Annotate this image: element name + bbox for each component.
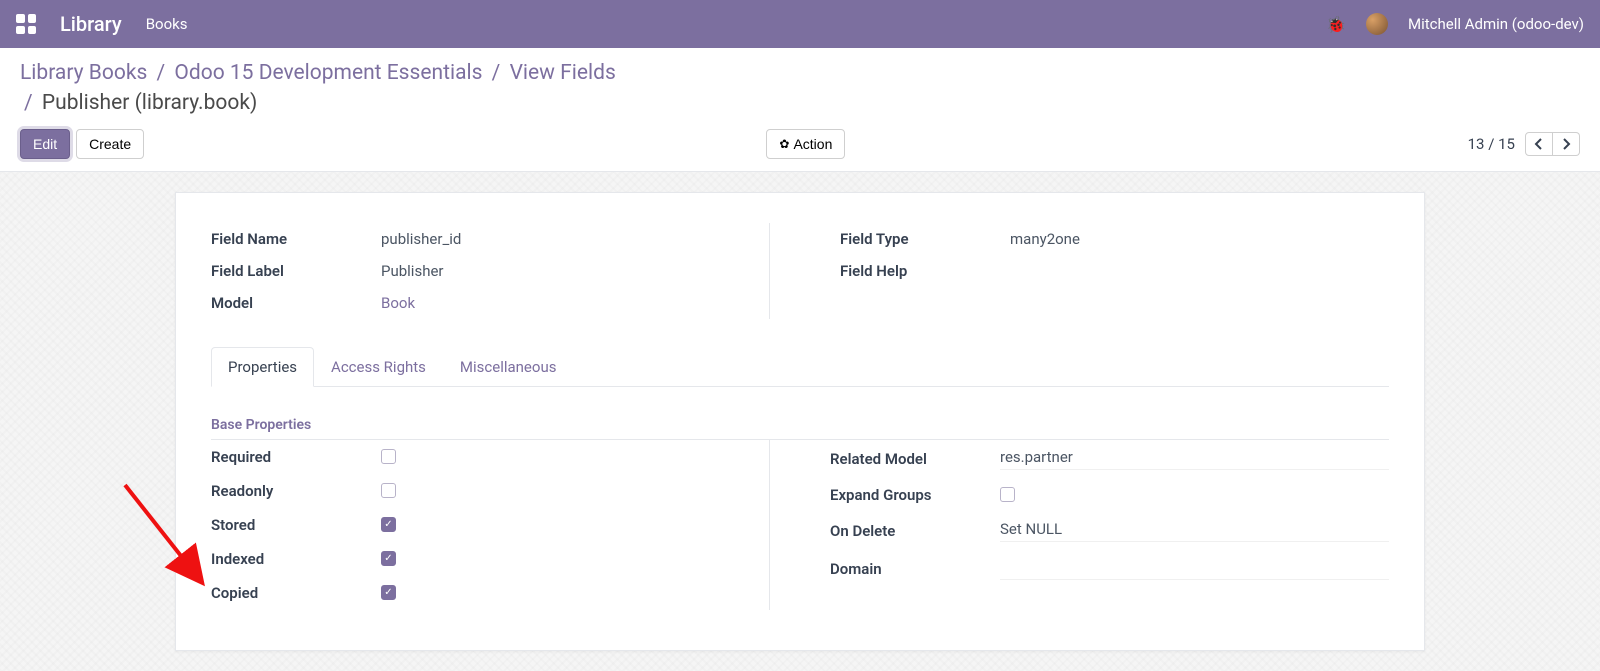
prop-readonly-label: Readonly — [211, 482, 381, 500]
pager-pos: 13 — [1468, 135, 1485, 153]
expand-groups-checkbox[interactable] — [1000, 487, 1015, 502]
stored-checkbox[interactable]: ✓ — [381, 517, 396, 532]
sheet-background: Field Name publisher_id Field Label Publ… — [0, 172, 1600, 671]
avatar[interactable] — [1366, 13, 1388, 35]
prop-readonly-row: Readonly — [211, 474, 739, 508]
prop-on-delete-value: Set NULL — [1000, 520, 1389, 542]
field-label-row: Field Label Publisher — [211, 255, 739, 287]
field-label-label: Field Label — [211, 262, 381, 280]
form-col-right: Field Type many2one Field Help — [830, 223, 1389, 319]
pager-buttons — [1525, 132, 1580, 156]
edit-button[interactable]: Edit — [20, 129, 70, 159]
breadcrumb-seg-0[interactable]: Library Books — [20, 61, 147, 85]
navbar: Library Books 🐞 Mitchell Admin (odoo-dev… — [0, 0, 1600, 48]
pager[interactable]: 13 / 15 — [1468, 135, 1515, 153]
apps-icon[interactable] — [16, 14, 36, 34]
indexed-checkbox[interactable]: ✓ — [381, 551, 396, 566]
prop-related-model-row: Related Model res.partner — [830, 440, 1389, 478]
prop-related-model-value: res.partner — [1000, 448, 1389, 470]
tabs: Properties Access Rights Miscellaneous — [211, 347, 1389, 387]
prop-stored-row: Stored ✓ — [211, 508, 739, 542]
breadcrumb: Library Books / Odoo 15 Development Esse… — [20, 58, 1580, 119]
cp-right: 13 / 15 — [1468, 132, 1580, 156]
model-row: Model Book — [211, 287, 739, 319]
model-label: Model — [211, 294, 381, 312]
readonly-checkbox[interactable] — [381, 483, 396, 498]
prop-domain-value — [1000, 558, 1389, 580]
prop-required-row: Required — [211, 440, 739, 474]
pager-prev-button[interactable] — [1525, 132, 1553, 156]
prop-expand-groups-row: Expand Groups — [830, 478, 1389, 512]
field-name-value: publisher_id — [381, 230, 461, 248]
field-type-label: Field Type — [840, 230, 1010, 248]
form-sheet: Field Name publisher_id Field Label Publ… — [175, 192, 1425, 651]
prop-required-label: Required — [211, 448, 381, 466]
username[interactable]: Mitchell Admin (odoo-dev) — [1408, 15, 1584, 33]
create-button[interactable]: Create — [76, 129, 144, 159]
field-name-row: Field Name publisher_id — [211, 223, 739, 255]
prop-domain-label: Domain — [830, 560, 1000, 578]
prop-indexed-row: Indexed ✓ — [211, 542, 739, 576]
chevron-left-icon — [1534, 137, 1544, 151]
prop-on-delete-row: On Delete Set NULL — [830, 512, 1389, 550]
prop-col-left: Required Readonly Stored ✓ Indexed ✓ Cop… — [211, 440, 770, 610]
field-label-value: Publisher — [381, 262, 444, 280]
field-type-value: many2one — [1010, 230, 1080, 248]
section-base-properties: Base Properties — [211, 417, 1389, 433]
prop-stored-label: Stored — [211, 516, 381, 534]
form-header-grid: Field Name publisher_id Field Label Publ… — [211, 223, 1389, 319]
field-name-label: Field Name — [211, 230, 381, 248]
cp-center: ✿ Action — [144, 129, 1467, 159]
prop-domain-row: Domain — [830, 550, 1389, 588]
tab-access-rights[interactable]: Access Rights — [314, 347, 443, 387]
field-help-row: Field Help — [840, 255, 1389, 287]
breadcrumb-current: Publisher (library.book) — [42, 91, 257, 115]
tab-properties[interactable]: Properties — [211, 347, 314, 387]
prop-indexed-label: Indexed — [211, 550, 381, 568]
prop-copied-label: Copied — [211, 584, 381, 602]
nav-right: 🐞 Mitchell Admin (odoo-dev) — [1326, 13, 1584, 35]
form-col-left: Field Name publisher_id Field Label Publ… — [211, 223, 770, 319]
breadcrumb-seg-2[interactable]: View Fields — [510, 61, 616, 85]
prop-copied-row: Copied ✓ — [211, 576, 739, 610]
control-panel: Library Books / Odoo 15 Development Esse… — [0, 48, 1600, 172]
nav-menu-books[interactable]: Books — [146, 15, 188, 33]
prop-related-model-label: Related Model — [830, 450, 1000, 468]
brand[interactable]: Library — [60, 12, 122, 36]
tab-misc[interactable]: Miscellaneous — [443, 347, 574, 387]
field-type-row: Field Type many2one — [840, 223, 1389, 255]
prop-on-delete-label: On Delete — [830, 522, 1000, 540]
prop-expand-groups-label: Expand Groups — [830, 486, 1000, 504]
prop-grid: Required Readonly Stored ✓ Indexed ✓ Cop… — [211, 439, 1389, 610]
debug-icon[interactable]: 🐞 — [1326, 15, 1346, 34]
action-label: Action — [793, 136, 832, 152]
prop-col-right: Related Model res.partner Expand Groups … — [830, 440, 1389, 610]
nav-left: Library Books — [16, 12, 188, 36]
required-checkbox[interactable] — [381, 449, 396, 464]
field-help-label: Field Help — [840, 262, 1010, 280]
gear-icon: ✿ — [779, 137, 789, 151]
copied-checkbox[interactable]: ✓ — [381, 585, 396, 600]
pager-next-button[interactable] — [1553, 132, 1580, 156]
cp-left: Edit Create — [20, 129, 144, 159]
pager-total: 15 — [1498, 135, 1515, 153]
cp-row: Edit Create ✿ Action 13 / 15 — [20, 129, 1580, 159]
breadcrumb-seg-1[interactable]: Odoo 15 Development Essentials — [174, 61, 482, 85]
chevron-right-icon — [1561, 137, 1571, 151]
model-value[interactable]: Book — [381, 294, 415, 312]
action-button[interactable]: ✿ Action — [766, 129, 845, 159]
